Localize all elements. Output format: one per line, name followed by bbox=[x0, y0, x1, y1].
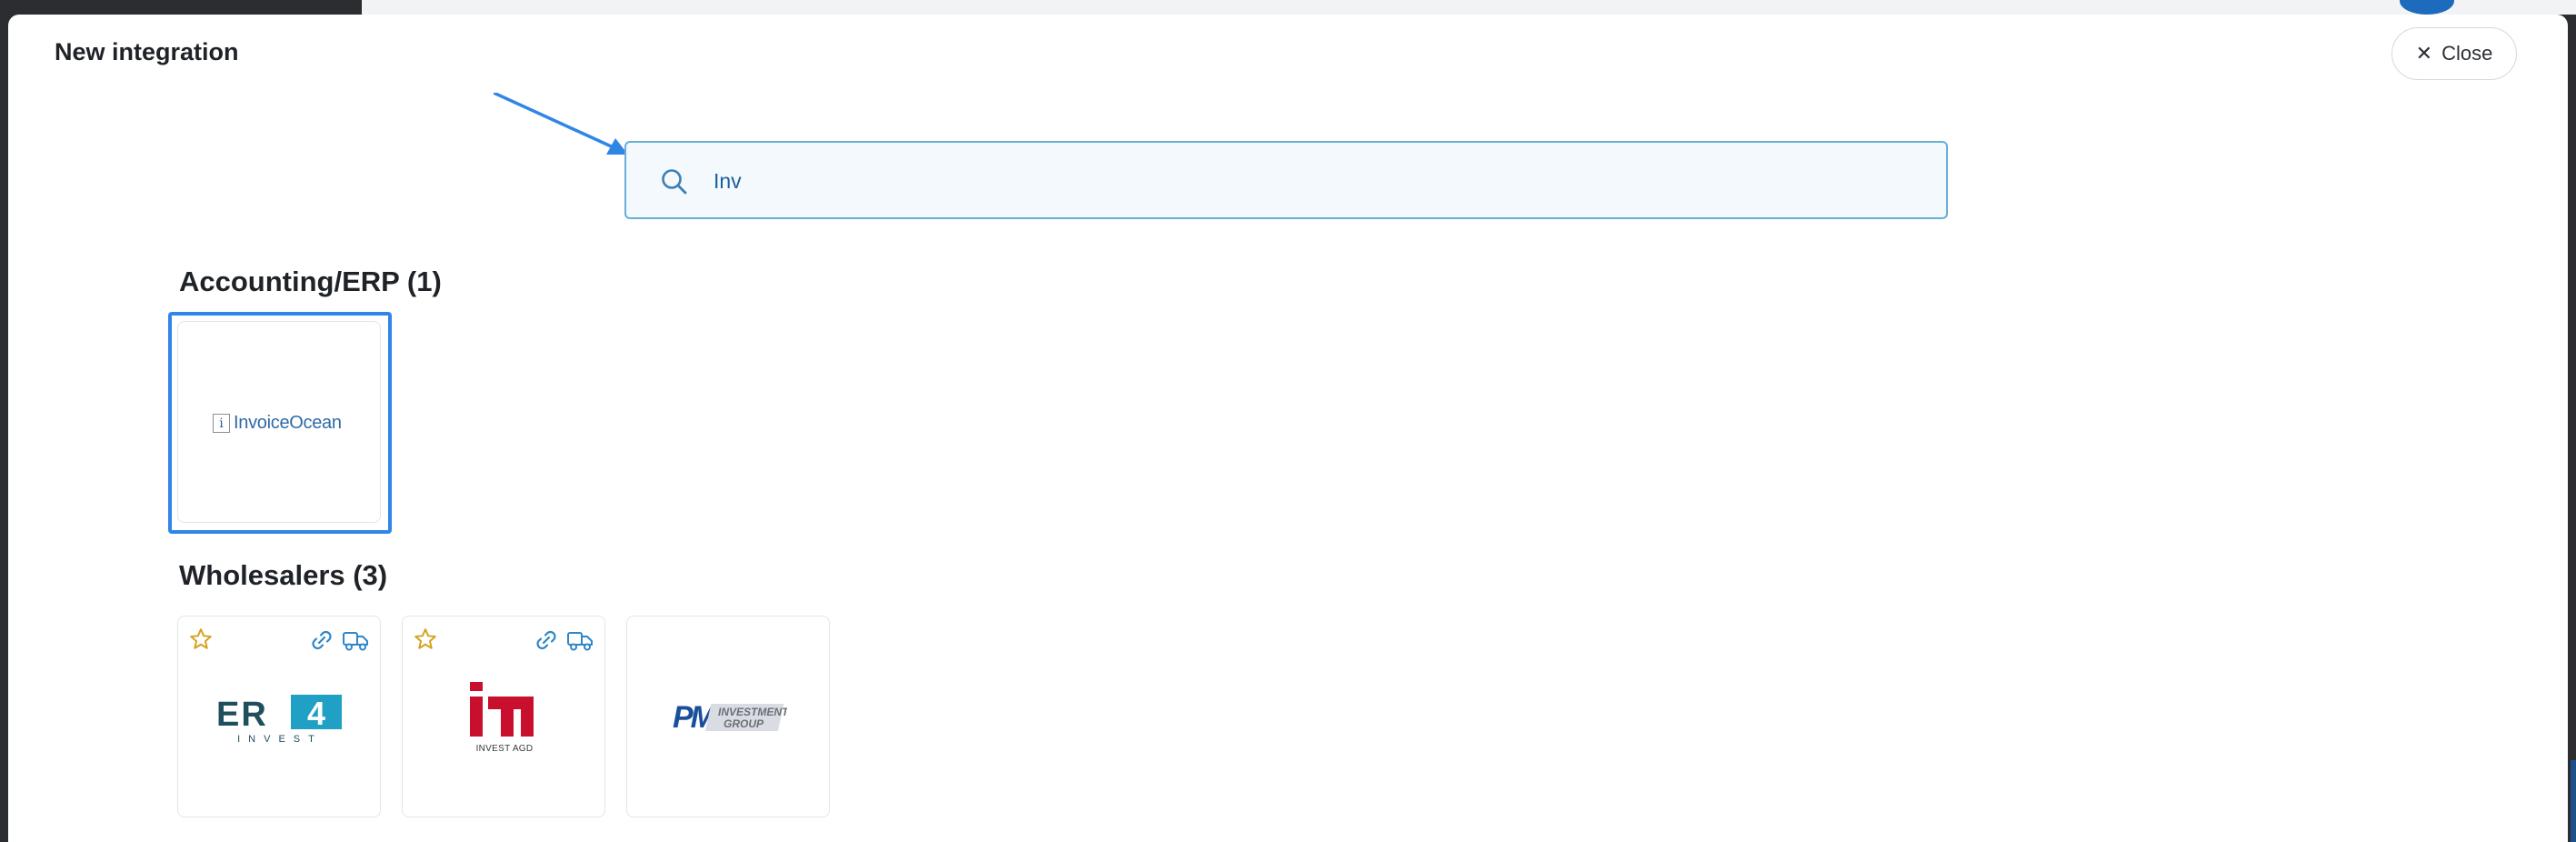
truck-icon[interactable] bbox=[566, 627, 594, 653]
pm-logo-sub1: INVESTMENT bbox=[718, 706, 787, 718]
pm-logo-sub2: GROUP bbox=[724, 717, 764, 730]
truck-icon[interactable] bbox=[342, 627, 369, 653]
er4-logo-number: 4 bbox=[307, 695, 325, 732]
background-header bbox=[362, 0, 2576, 15]
integration-card-invest-agd[interactable]: INVEST AGD bbox=[402, 616, 605, 817]
integration-card-er4-invest[interactable]: ER 4 INVEST bbox=[177, 616, 381, 817]
er4-invest-logo: ER 4 INVEST bbox=[216, 695, 342, 745]
invoiceocean-logo: i InvoiceOcean bbox=[213, 413, 342, 434]
integration-card-invoiceocean[interactable]: i InvoiceOcean bbox=[177, 321, 381, 523]
star-icon[interactable] bbox=[414, 627, 437, 651]
invoiceocean-mark: i bbox=[213, 414, 230, 433]
invest-agd-text: INVEST AGD bbox=[475, 744, 534, 754]
link-icon[interactable] bbox=[309, 627, 334, 653]
search-icon bbox=[662, 169, 687, 195]
close-icon: ✕ bbox=[2415, 42, 2433, 65]
search-input[interactable]: Inv bbox=[624, 141, 1948, 219]
new-integration-modal: New integration ✕ Close Inv Accounting/E… bbox=[8, 15, 2568, 842]
close-label: Close bbox=[2441, 42, 2493, 65]
invoiceocean-name: InvoiceOcean bbox=[234, 413, 342, 433]
pm-investment-group-logo: PM INVESTMENT GROUP bbox=[673, 700, 787, 735]
annotation-arrow-icon bbox=[494, 93, 628, 155]
close-button[interactable]: ✕ Close bbox=[2391, 27, 2517, 80]
link-icon[interactable] bbox=[534, 627, 559, 653]
modal-title: New integration bbox=[55, 38, 239, 65]
background-scrollbar bbox=[2571, 760, 2576, 842]
section-title-accounting: Accounting/ERP (1) bbox=[179, 266, 442, 297]
er4-logo-sub: INVEST bbox=[237, 734, 323, 745]
invest-agd-mark bbox=[470, 682, 534, 737]
search-value: Inv bbox=[714, 169, 742, 193]
section-title-wholesalers: Wholesalers (3) bbox=[179, 559, 388, 591]
er4-logo-letters: ER bbox=[216, 696, 268, 734]
star-icon[interactable] bbox=[189, 627, 213, 651]
invest-agd-logo: INVEST AGD bbox=[464, 680, 544, 758]
integration-card-pm-investment-group[interactable]: PM INVESTMENT GROUP bbox=[626, 616, 830, 817]
